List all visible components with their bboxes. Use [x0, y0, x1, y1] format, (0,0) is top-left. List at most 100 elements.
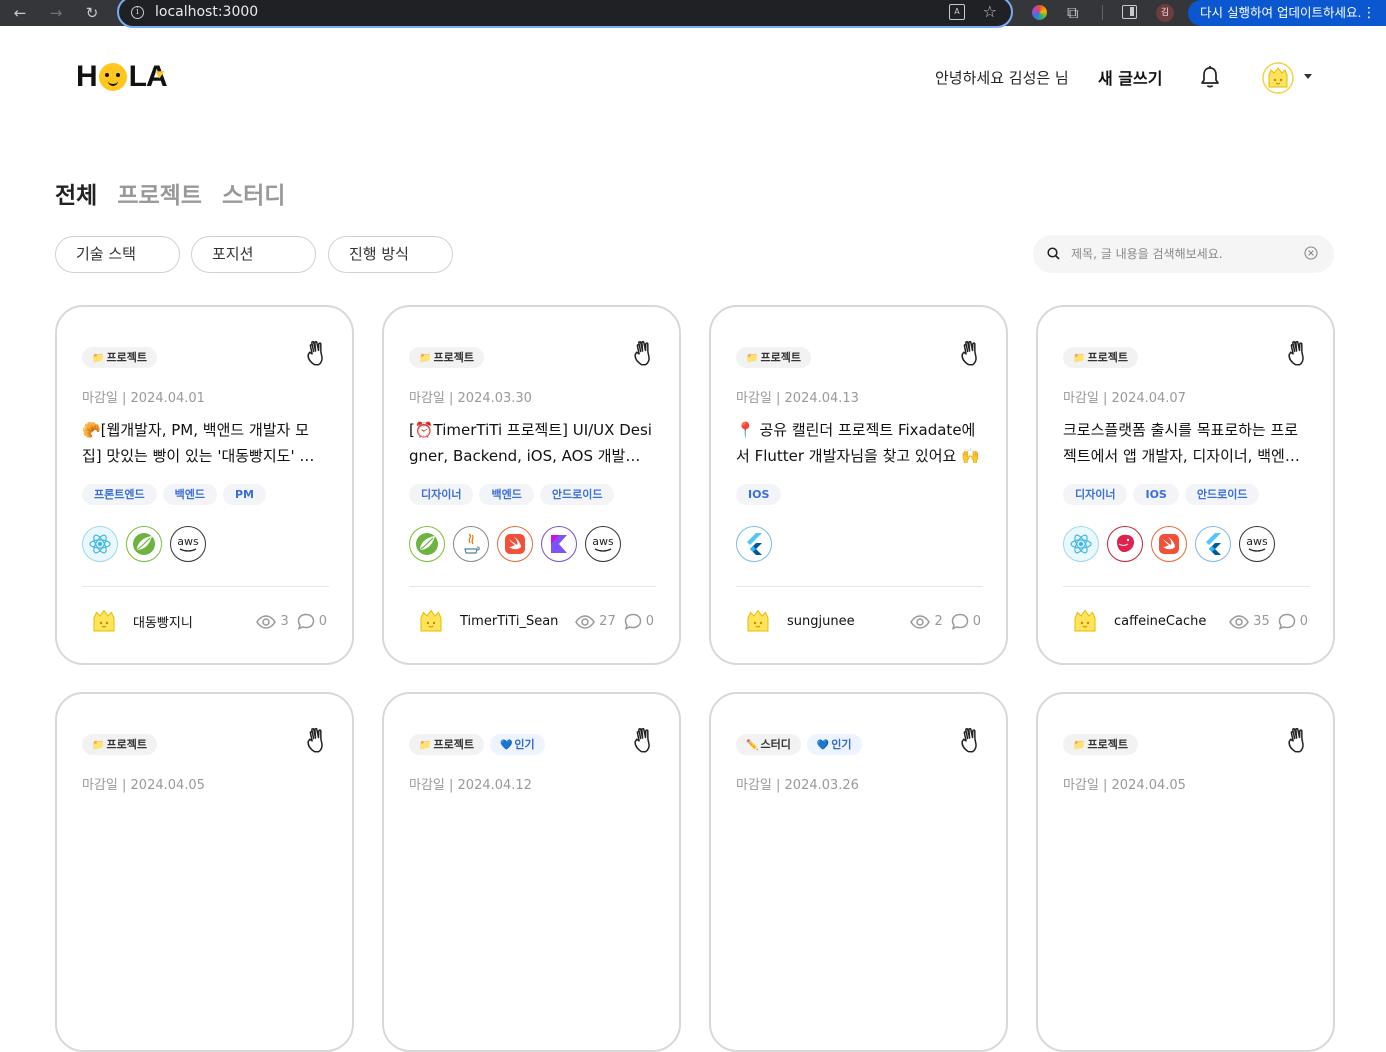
- position-tag: IOS: [736, 484, 782, 505]
- user-avatar[interactable]: [1262, 62, 1294, 94]
- author-avatar: [415, 605, 447, 637]
- position-tag: IOS: [1133, 484, 1179, 505]
- post-card[interactable]: 📁 프로젝트 마감일 | 2024.04.13 📍 공유 캘린더 프로젝트 Fix…: [709, 305, 1008, 665]
- new-post-button[interactable]: 새 글쓰기: [1098, 65, 1162, 89]
- badge-label: 프로젝트: [760, 351, 801, 364]
- waving-hand-icon[interactable]: [1285, 339, 1313, 367]
- badge-label: 프로젝트: [433, 351, 474, 364]
- badge-icon: 💙: [816, 740, 830, 751]
- badge-label: 프로젝트: [433, 738, 474, 751]
- post-title[interactable]: 크로스플랫폼 출시를 목표로하는 프로젝트에서 앱 개발자, 디자이너, 백엔드…: [1063, 417, 1308, 469]
- waving-hand-icon[interactable]: [304, 726, 332, 754]
- author-name: TimerTiTi_Sean: [460, 613, 559, 629]
- post-card[interactable]: ✏️ 스터디 💙 인기 마감일 | 2024.03.26: [709, 692, 1008, 1052]
- position-tags: 프론트엔드 백엔드 PM: [82, 484, 266, 505]
- update-browser-button[interactable]: 다시 실행하여 업데이트하세요. ⋮: [1188, 0, 1386, 26]
- comment-count: 0: [1299, 614, 1308, 629]
- post-title[interactable]: [⏰TimerTiTi 프로젝트] UI/UX Designer, Backen…: [409, 417, 654, 469]
- url-text[interactable]: localhost:3000: [155, 4, 258, 20]
- category-badge: 📁 프로젝트: [409, 734, 484, 755]
- card-badges: 📁 프로젝트 💙 인기: [409, 734, 545, 755]
- popular-badge: 💙 인기: [806, 734, 862, 755]
- forward-arrow-icon[interactable]: →: [44, 1, 68, 25]
- waving-hand-icon[interactable]: [631, 339, 659, 367]
- waving-hand-icon[interactable]: [958, 726, 986, 754]
- extensions-puzzle-icon[interactable]: ⧉: [1067, 3, 1078, 23]
- browser-toolbar: ← → ↻ i localhost:3000 A ☆ ⧉ 김 다시 실행하여 업…: [0, 0, 1386, 28]
- logo-letter-h: H: [76, 60, 98, 93]
- badge-icon: 📁: [1073, 740, 1086, 751]
- react-icon: [82, 526, 118, 562]
- swift-icon: [497, 526, 533, 562]
- user-menu-caret-icon[interactable]: [1304, 74, 1312, 79]
- java-icon: [453, 526, 489, 562]
- post-stats: 2 0: [910, 613, 981, 630]
- post-deadline: 마감일 | 2024.04.13: [736, 391, 859, 406]
- post-author[interactable]: TimerTiTi_Sean: [414, 604, 558, 638]
- profile-avatar[interactable]: 김: [1156, 4, 1174, 22]
- post-author[interactable]: sungjunee: [741, 604, 855, 638]
- post-card[interactable]: 📁 프로젝트 마감일 | 2024.04.05: [1036, 692, 1335, 1052]
- spring-icon: [126, 526, 162, 562]
- search-icon: [1047, 247, 1060, 260]
- post-deadline: 마감일 | 2024.04.07: [1063, 391, 1186, 406]
- reload-icon[interactable]: ↻: [80, 1, 104, 25]
- badge-icon: 📁: [419, 353, 432, 364]
- waving-hand-icon[interactable]: [958, 339, 986, 367]
- post-deadline: 마감일 | 2024.04.01: [82, 391, 205, 406]
- waving-hand-icon[interactable]: [631, 726, 659, 754]
- badge-label: 스터디: [760, 738, 791, 751]
- post-title[interactable]: 📍 공유 캘린더 프로젝트 Fixadate에서 Flutter 개발자님을 찾…: [736, 417, 981, 469]
- tech-stack-icons: aws: [82, 526, 206, 562]
- post-stats: 3 0: [256, 613, 327, 630]
- badge-label: 프로젝트: [1087, 351, 1128, 364]
- post-card[interactable]: 📁 프로젝트 마감일 | 2024.04.01 🥐[웹개발자, PM, 백앤드 개…: [55, 305, 354, 665]
- position-filter[interactable]: 포지션: [191, 236, 316, 273]
- tab-all[interactable]: 전체: [55, 176, 97, 210]
- tab-study[interactable]: 스터디: [222, 176, 285, 210]
- address-bar[interactable]: i localhost:3000 A ☆: [117, 0, 1013, 28]
- bookmark-star-icon[interactable]: ☆: [983, 2, 997, 21]
- notification-bell-icon[interactable]: [1199, 65, 1221, 89]
- svg-text:aws: aws: [592, 535, 614, 548]
- waving-hand-icon[interactable]: [1285, 726, 1313, 754]
- post-card[interactable]: 📁 프로젝트 💙 인기 마감일 | 2024.04.12: [382, 692, 681, 1052]
- search-input[interactable]: [1071, 244, 1291, 264]
- hola-logo[interactable]: H L A: [76, 60, 168, 94]
- progress-method-filter[interactable]: 진행 방식: [328, 236, 453, 273]
- views-eye-icon: [256, 614, 277, 629]
- side-panel-icon[interactable]: [1122, 5, 1137, 19]
- clear-search-icon[interactable]: [1304, 246, 1318, 260]
- position-tag: 안드로이드: [1184, 484, 1260, 505]
- tab-project[interactable]: 프로젝트: [117, 176, 202, 210]
- translate-icon[interactable]: A: [949, 4, 965, 20]
- position-tags: 디자이너 백엔드 안드로이드: [409, 484, 615, 505]
- post-author[interactable]: 대동빵지니: [87, 604, 193, 638]
- post-title[interactable]: 🥐[웹개발자, PM, 백앤드 개발자 모집] 맛있는 빵이 있는 '대동빵지도…: [82, 417, 327, 469]
- card-badges: 📁 프로젝트: [82, 734, 157, 755]
- nestjs-icon: [1107, 526, 1143, 562]
- browser-menu-icon[interactable]: ⋮: [1362, 0, 1376, 26]
- flutter-icon: [736, 526, 772, 562]
- category-badge: 📁 프로젝트: [736, 347, 811, 368]
- logo-letter-l: L: [128, 60, 147, 93]
- svg-text:aws: aws: [177, 535, 199, 548]
- views-eye-icon: [1229, 614, 1250, 629]
- back-arrow-icon[interactable]: ←: [8, 1, 32, 25]
- aws-icon: aws: [1239, 526, 1275, 562]
- aws-icon: aws: [585, 526, 621, 562]
- author-avatar: [742, 605, 774, 637]
- post-card[interactable]: 📁 프로젝트 마감일 | 2024.04.05: [55, 692, 354, 1052]
- post-card[interactable]: 📁 프로젝트 마감일 | 2024.03.30 [⏰TimerTiTi 프로젝트]…: [382, 305, 681, 665]
- post-card[interactable]: 📁 프로젝트 마감일 | 2024.04.07 크로스플랫폼 출시를 목표로하는 …: [1036, 305, 1335, 665]
- post-author[interactable]: caffeineCache: [1068, 604, 1206, 638]
- color-extension-icon[interactable]: [1032, 5, 1047, 20]
- author-name: caffeineCache: [1114, 613, 1207, 629]
- site-info-icon[interactable]: i: [131, 6, 144, 19]
- card-divider: [1063, 586, 1310, 587]
- tech-stack-filter[interactable]: 기술 스택: [55, 236, 180, 273]
- position-tag: 프론트엔드: [82, 484, 157, 505]
- category-badge: 📁 프로젝트: [1063, 734, 1138, 755]
- comment-bubble-icon: [624, 613, 641, 630]
- waving-hand-icon[interactable]: [304, 339, 332, 367]
